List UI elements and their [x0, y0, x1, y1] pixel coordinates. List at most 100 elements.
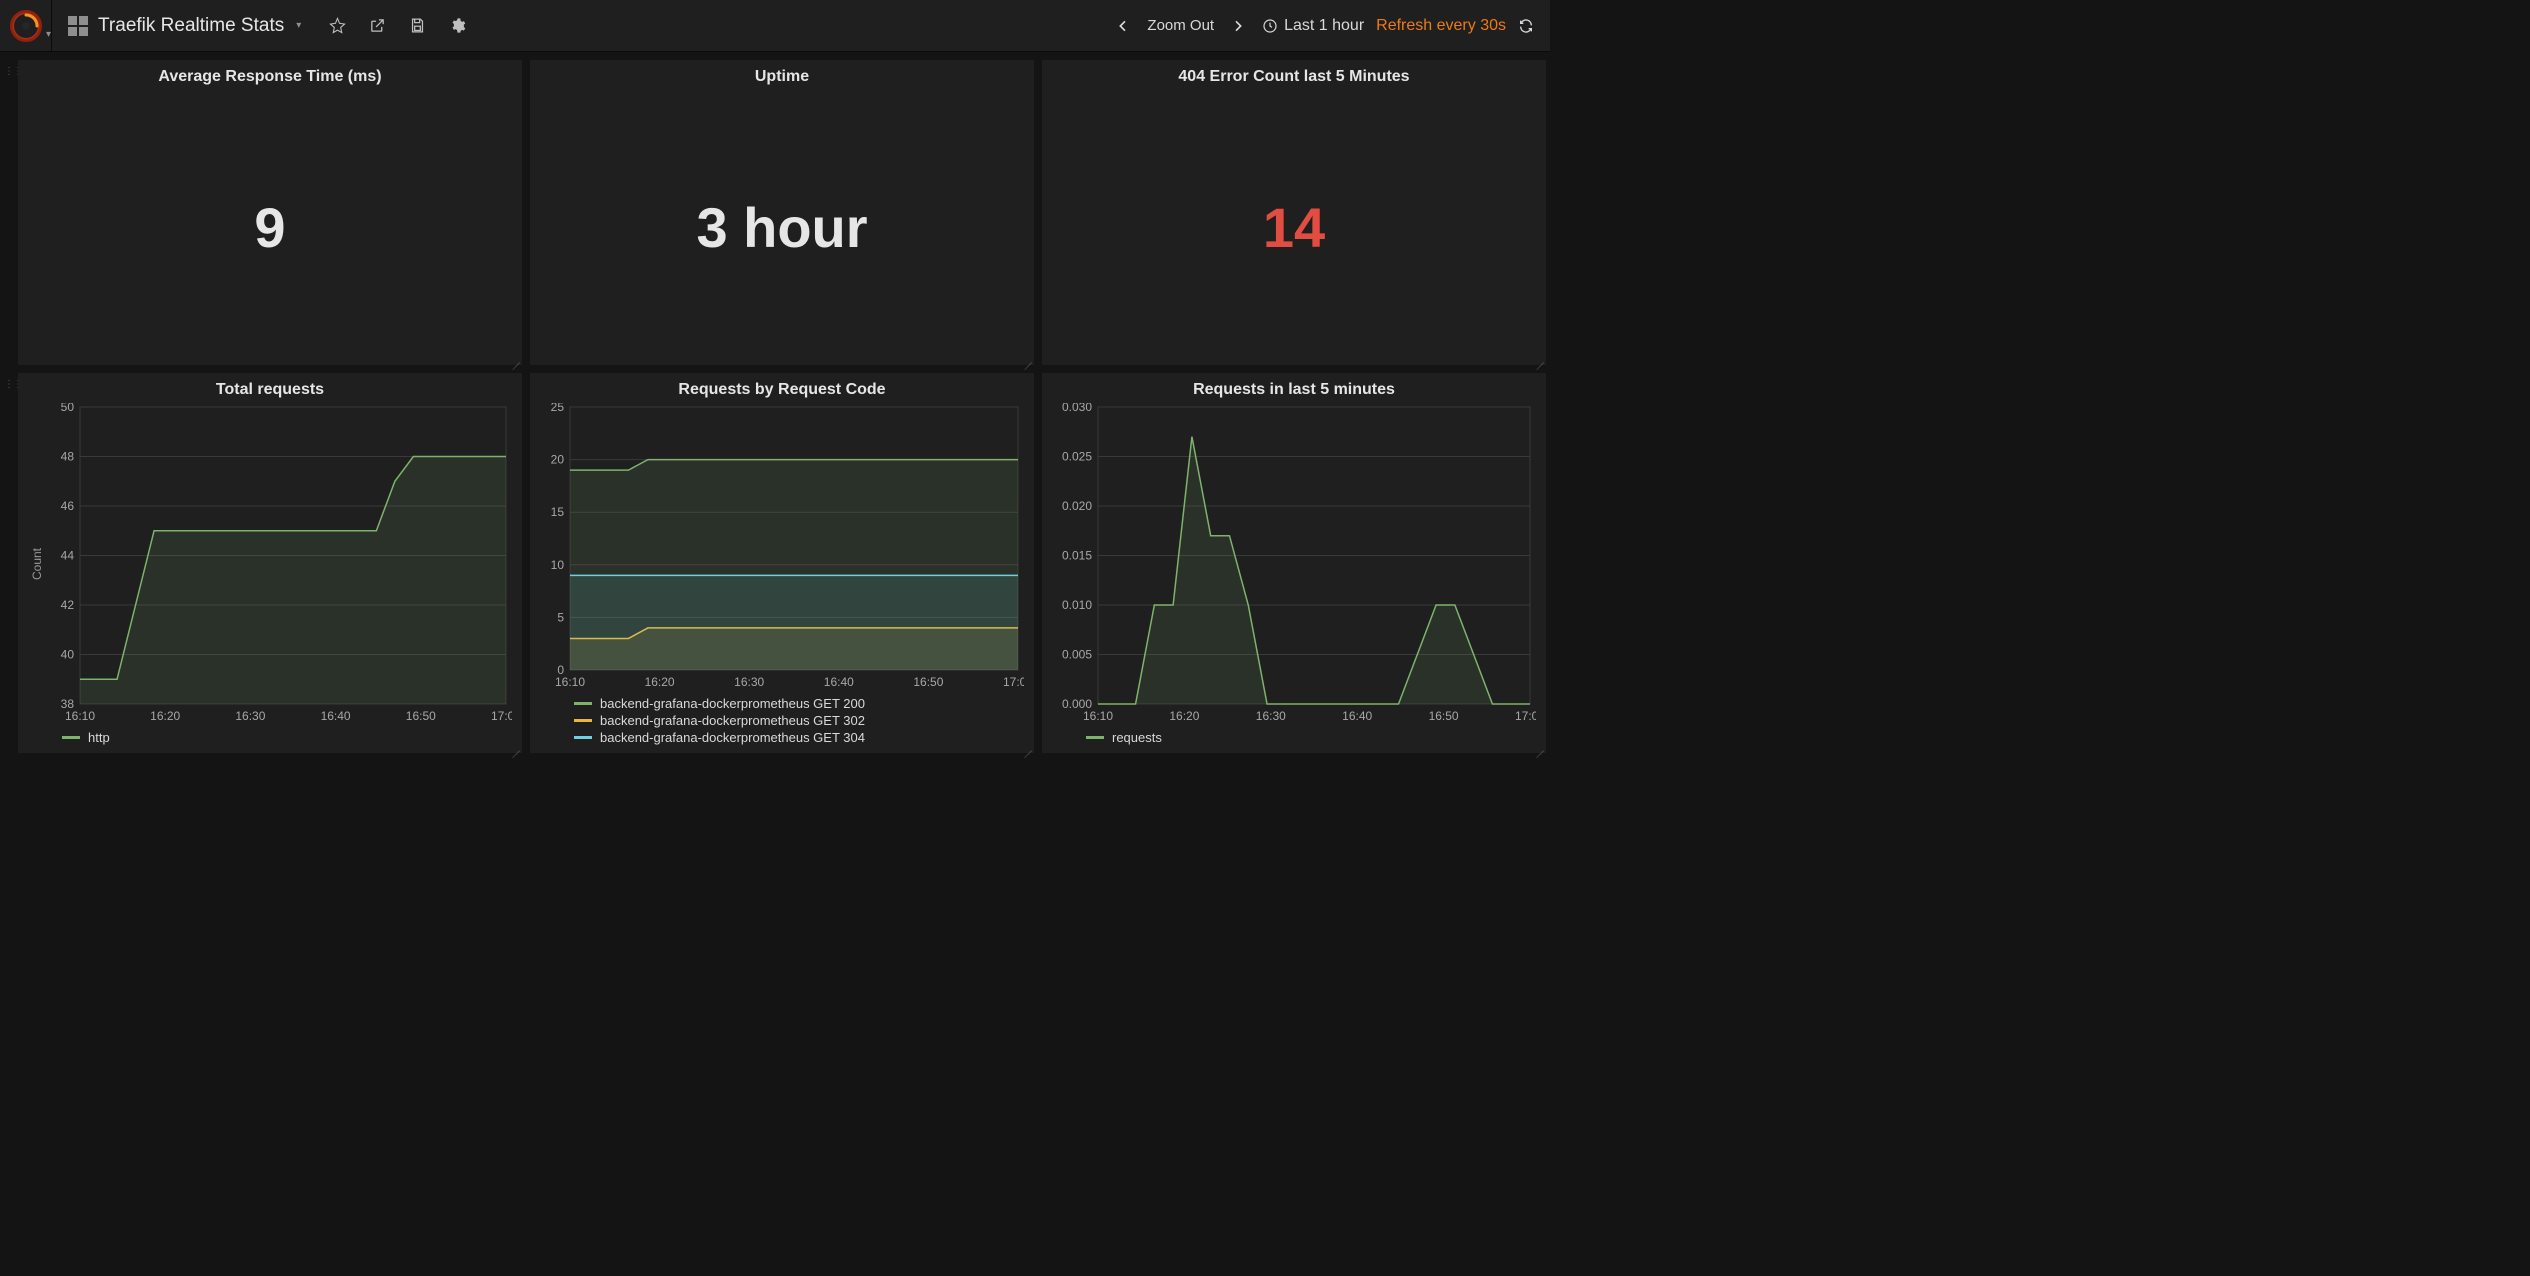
resize-handle[interactable] [1532, 739, 1544, 751]
svg-text:16:40: 16:40 [824, 675, 854, 689]
singlestat-value: 14 [1263, 195, 1325, 260]
panel-title: Total requests [18, 373, 522, 403]
legend-item[interactable]: backend-grafana-dockerprometheus GET 302 [574, 713, 1020, 728]
clock-icon [1262, 18, 1278, 34]
svg-text:17:00: 17:00 [1515, 709, 1536, 723]
svg-text:50: 50 [61, 403, 75, 414]
panel-404-errors[interactable]: 404 Error Count last 5 Minutes 14 [1042, 60, 1546, 365]
legend-label: backend-grafana-dockerprometheus GET 304 [600, 730, 865, 745]
svg-text:16:10: 16:10 [1083, 709, 1113, 723]
refresh-label: Refresh every 30s [1376, 17, 1506, 35]
legend-label: backend-grafana-dockerprometheus GET 200 [600, 696, 865, 711]
svg-text:16:50: 16:50 [913, 675, 943, 689]
svg-text:16:20: 16:20 [1169, 709, 1199, 723]
time-range-label: Last 1 hour [1284, 17, 1364, 35]
svg-text:42: 42 [61, 598, 75, 612]
legend-item[interactable]: backend-grafana-dockerprometheus GET 304 [574, 730, 1020, 745]
star-button[interactable] [317, 0, 357, 52]
panel-title: Uptime [530, 60, 1034, 90]
chart-canvas[interactable]: 051015202516:1016:2016:3016:4016:5017:00 [540, 403, 1024, 690]
legend-label: backend-grafana-dockerprometheus GET 302 [600, 713, 865, 728]
legend-label: http [88, 730, 110, 745]
svg-text:16:50: 16:50 [406, 709, 436, 723]
chart-canvas[interactable]: 0.0000.0050.0100.0150.0200.0250.03016:10… [1052, 403, 1536, 724]
row-drag-handle[interactable]: ⋮⋮ [4, 60, 10, 365]
svg-text:16:30: 16:30 [235, 709, 265, 723]
svg-text:0.015: 0.015 [1062, 549, 1092, 563]
time-forward-button[interactable] [1226, 18, 1250, 34]
svg-text:44: 44 [61, 549, 75, 563]
svg-text:5: 5 [557, 610, 564, 624]
time-picker: Zoom Out Last 1 hour Refresh every 30s [1111, 17, 1550, 35]
share-button[interactable] [357, 0, 397, 52]
row-drag-handle[interactable]: ⋮⋮ [4, 373, 10, 753]
svg-text:15: 15 [551, 505, 565, 519]
refresh-interval-picker[interactable]: Refresh every 30s [1376, 17, 1506, 35]
resize-handle[interactable] [508, 739, 520, 751]
svg-text:0.025: 0.025 [1062, 450, 1092, 464]
singlestat: 3 hour [530, 90, 1034, 365]
legend-swatch [574, 736, 592, 739]
singlestat-value: 3 hour [696, 195, 867, 260]
legend-swatch [574, 702, 592, 705]
panel-title: 404 Error Count last 5 Minutes [1042, 60, 1546, 90]
dashboard-title: Traefik Realtime Stats [98, 15, 284, 37]
panel-avg-response-time[interactable]: Average Response Time (ms) 9 [18, 60, 522, 365]
panel-uptime[interactable]: Uptime 3 hour [530, 60, 1034, 365]
svg-text:16:50: 16:50 [1429, 709, 1459, 723]
resize-handle[interactable] [1020, 739, 1032, 751]
singlestat: 14 [1042, 90, 1546, 365]
svg-text:16:20: 16:20 [150, 709, 180, 723]
svg-text:16:10: 16:10 [65, 709, 95, 723]
svg-text:16:40: 16:40 [321, 709, 351, 723]
legend-swatch [62, 736, 80, 739]
legend-item[interactable]: backend-grafana-dockerprometheus GET 200 [574, 696, 1020, 711]
resize-handle[interactable] [1532, 351, 1544, 363]
svg-text:0.030: 0.030 [1062, 403, 1092, 414]
panel-row-1: ⋮⋮ Average Response Time (ms) 9 Uptime 3… [4, 60, 1546, 365]
panel-requests-by-code[interactable]: Requests by Request Code 051015202516:10… [530, 373, 1034, 753]
panel-title: Average Response Time (ms) [18, 60, 522, 90]
singlestat-value: 9 [254, 195, 285, 260]
time-range-picker[interactable]: Last 1 hour [1262, 17, 1364, 35]
svg-text:16:20: 16:20 [645, 675, 675, 689]
panel-row-2: ⋮⋮ Total requests Count 3840424446485016… [4, 373, 1546, 753]
svg-text:46: 46 [61, 499, 75, 513]
resize-handle[interactable] [1020, 351, 1032, 363]
zoom-out-button[interactable]: Zoom Out [1147, 17, 1214, 34]
dashboard-grid-icon [68, 16, 88, 36]
svg-text:16:30: 16:30 [1256, 709, 1286, 723]
dashboard-picker[interactable]: Traefik Realtime Stats ▾ [51, 0, 317, 52]
time-back-button[interactable] [1111, 18, 1135, 34]
legend-item[interactable]: http [62, 730, 508, 745]
settings-button[interactable] [437, 0, 477, 52]
svg-text:48: 48 [61, 450, 75, 464]
legend-swatch [574, 719, 592, 722]
svg-text:0.010: 0.010 [1062, 598, 1092, 612]
resize-handle[interactable] [508, 351, 520, 363]
y-axis-label: Count [28, 403, 46, 724]
svg-text:40: 40 [61, 648, 75, 662]
legend-label: requests [1112, 730, 1162, 745]
panel-title: Requests in last 5 minutes [1042, 373, 1546, 403]
chart-canvas[interactable]: 3840424446485016:1016:2016:3016:4016:501… [46, 403, 512, 724]
svg-text:16:40: 16:40 [1342, 709, 1372, 723]
svg-text:17:00: 17:00 [491, 709, 512, 723]
svg-text:0.005: 0.005 [1062, 648, 1092, 662]
zoom-out-label: Zoom Out [1147, 17, 1214, 34]
dashboard-grid: ⋮⋮ Average Response Time (ms) 9 Uptime 3… [0, 52, 1550, 753]
svg-text:10: 10 [551, 558, 565, 572]
refresh-now-button[interactable] [1518, 18, 1534, 34]
save-button[interactable] [397, 0, 437, 52]
panel-total-requests[interactable]: Total requests Count 3840424446485016:10… [18, 373, 522, 753]
svg-text:17:00: 17:00 [1003, 675, 1024, 689]
svg-text:0.020: 0.020 [1062, 499, 1092, 513]
legend-item[interactable]: requests [1086, 730, 1532, 745]
top-navbar: ▾ Traefik Realtime Stats ▾ Zoom Out [0, 0, 1550, 52]
panel-requests-last-5min[interactable]: Requests in last 5 minutes 0.0000.0050.0… [1042, 373, 1546, 753]
singlestat: 9 [18, 90, 522, 365]
svg-text:25: 25 [551, 403, 565, 414]
panel-title: Requests by Request Code [530, 373, 1034, 403]
legend-swatch [1086, 736, 1104, 739]
grafana-logo[interactable] [0, 0, 52, 52]
